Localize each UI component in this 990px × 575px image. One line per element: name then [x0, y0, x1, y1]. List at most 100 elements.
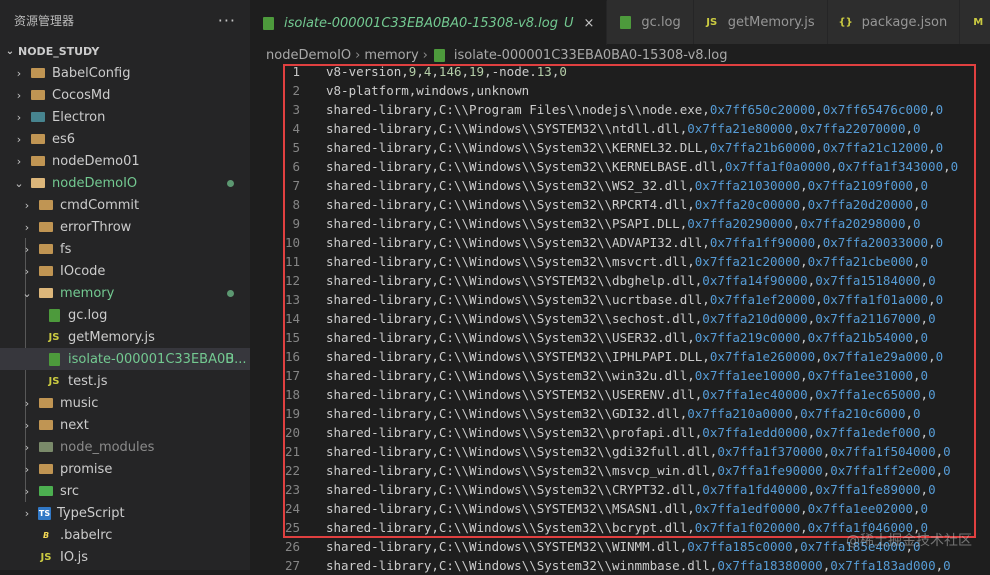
breadcrumb-item[interactable]: memory: [364, 48, 418, 63]
folder-icon: [30, 88, 46, 102]
breadcrumb-item[interactable]: isolate-000001C33EBA0BA0-15308-v8.log: [454, 48, 728, 63]
tree-item[interactable]: › cmdCommit: [0, 194, 250, 216]
line-number: 7: [292, 178, 300, 193]
code-line[interactable]: 10 shared-library,C:\\Windows\\System32\\…: [250, 233, 990, 252]
tab-label: package.json: [861, 14, 948, 30]
folder-icon: [38, 264, 54, 278]
electron-folder-icon: [30, 110, 46, 124]
line-number: 11: [284, 254, 300, 269]
tree-item[interactable]: › IOcode: [0, 260, 250, 282]
tree-item-label: getMemory.js: [68, 329, 155, 345]
tree-item[interactable]: › src: [0, 480, 250, 502]
code-line[interactable]: 23 shared-library,C:\\Windows\\System32\\…: [250, 480, 990, 499]
tree-item[interactable]: › BabelConfig: [0, 62, 250, 84]
chevron-right-icon: ›: [16, 66, 22, 80]
tree-item-label: TypeScript: [57, 505, 125, 521]
code-line[interactable]: 27 shared-library,C:\\Windows\\System32\\…: [250, 556, 990, 575]
log-file-icon: [260, 16, 276, 30]
tree-item[interactable]: JS IO.js: [0, 546, 250, 568]
line-number: 25: [284, 520, 300, 535]
code-line[interactable]: 12 shared-library,C:\\Windows\\SYSTEM32\\…: [250, 271, 990, 290]
more-actions-icon[interactable]: ···: [218, 11, 236, 30]
tree-item[interactable]: › Electron: [0, 106, 250, 128]
code-line[interactable]: 15 shared-library,C:\\Windows\\System32\\…: [250, 328, 990, 347]
tree-item[interactable]: ⌄ nodeDemoIO: [0, 172, 250, 194]
code-line[interactable]: 3 shared-library,C:\\Program Files\\nodej…: [250, 100, 990, 119]
editor-tab[interactable]: {} package.json: [827, 0, 961, 44]
tree-item-label: next: [60, 417, 89, 433]
tree-item[interactable]: › CocosMd: [0, 84, 250, 106]
editor-tab[interactable]: gc.log: [607, 0, 694, 44]
tree-item[interactable]: gc.log: [0, 304, 250, 326]
code-line[interactable]: 21 shared-library,C:\\Windows\\System32\\…: [250, 442, 990, 461]
tree-item-label: es6: [52, 131, 76, 147]
line-text: shared-library,C:\\Windows\\SYSTEM32\\US…: [326, 387, 936, 402]
node-modules-folder-icon: [38, 440, 54, 454]
tree-item[interactable]: › errorThrow: [0, 216, 250, 238]
code-line[interactable]: 5 shared-library,C:\\Windows\\System32\\K…: [250, 138, 990, 157]
tree-item[interactable]: ⌄ memory: [0, 282, 250, 304]
tree-item[interactable]: › es6: [0, 128, 250, 150]
chevron-right-icon: ›: [24, 462, 30, 476]
tree-item[interactable]: › nodeDemo01: [0, 150, 250, 172]
json-file-icon: {}: [838, 16, 853, 28]
tree-item[interactable]: › promise: [0, 458, 250, 480]
folder-icon: [38, 418, 54, 432]
tree-item[interactable]: › node_modules: [0, 436, 250, 458]
code-line[interactable]: 6 shared-library,C:\\Windows\\System32\\K…: [250, 157, 990, 176]
line-number: 16: [284, 349, 300, 364]
code-line[interactable]: 19 shared-library,C:\\Windows\\System32\\…: [250, 404, 990, 423]
folder-icon: [30, 132, 46, 146]
tree-item[interactable]: isolate-000001C33EBA0B... U: [0, 348, 250, 370]
code-line[interactable]: 14 shared-library,C:\\Windows\\System32\\…: [250, 309, 990, 328]
code-line[interactable]: 18 shared-library,C:\\Windows\\SYSTEM32\\…: [250, 385, 990, 404]
line-text: shared-library,C:\\Windows\\System32\\wi…: [326, 558, 951, 573]
breadcrumb-item[interactable]: nodeDemoIO: [266, 48, 351, 63]
tree-item[interactable]: › fs: [0, 238, 250, 260]
folder-icon: [38, 396, 54, 410]
tree-item[interactable]: › music: [0, 392, 250, 414]
line-number: 10: [284, 235, 300, 250]
code-line[interactable]: 8 shared-library,C:\\Windows\\System32\\R…: [250, 195, 990, 214]
folder-icon: [30, 154, 46, 168]
code-line[interactable]: 13 shared-library,C:\\Windows\\System32\\…: [250, 290, 990, 309]
code-line[interactable]: 2 v8-platform,windows,unknown: [250, 81, 990, 100]
code-line[interactable]: 22 shared-library,C:\\Windows\\System32\\…: [250, 461, 990, 480]
editor-tab[interactable]: JS getMemory.js: [693, 0, 828, 44]
editor-tab[interactable]: isolate-000001C33EBA0BA0-15308-v8.log U ×: [250, 0, 608, 45]
line-number: 2: [292, 83, 300, 98]
tree-item[interactable]: B .babelrc: [0, 524, 250, 546]
code-line[interactable]: 16 shared-library,C:\\Windows\\SYSTEM32\\…: [250, 347, 990, 366]
line-text: shared-library,C:\\Windows\\System32\\gd…: [326, 444, 951, 459]
code-view[interactable]: 1 v8-version,9,4,146,19,-node.13,0 2 v8-pla…: [250, 62, 990, 575]
editor-tab[interactable]: M: [960, 0, 990, 44]
line-text: shared-library,C:\\Windows\\System32\\ms…: [326, 463, 951, 478]
line-text: shared-library,C:\\Windows\\System32\\WS…: [326, 178, 929, 193]
code-line[interactable]: 24 shared-library,C:\\Windows\\SYSTEM32\\…: [250, 499, 990, 518]
code-line[interactable]: 1 v8-version,9,4,146,19,-node.13,0: [250, 62, 990, 81]
chevron-right-icon: ›: [24, 418, 30, 432]
tree-item[interactable]: JS getMemory.js: [0, 326, 250, 348]
tree-item-label: memory: [60, 285, 115, 301]
code-line[interactable]: 20 shared-library,C:\\Windows\\System32\\…: [250, 423, 990, 442]
log-file-icon: [432, 48, 448, 62]
line-number: 6: [292, 159, 300, 174]
code-line[interactable]: 11 shared-library,C:\\Windows\\System32\\…: [250, 252, 990, 271]
code-line[interactable]: 4 shared-library,C:\\Windows\\SYSTEM32\\n…: [250, 119, 990, 138]
tab-label: getMemory.js: [727, 14, 815, 30]
line-text: shared-library,C:\\Program Files\\nodejs…: [326, 102, 944, 117]
line-number: 14: [284, 311, 300, 326]
tree-item-label: nodeDemo01: [52, 153, 140, 169]
workspace-section-header[interactable]: ⌄ NODE_STUDY: [0, 40, 250, 62]
code-line[interactable]: 9 shared-library,C:\\Windows\\System32\\P…: [250, 214, 990, 233]
tree-item[interactable]: › TS TypeScript: [0, 502, 250, 524]
chevron-right-icon: ›: [24, 242, 30, 256]
line-number: 24: [284, 501, 300, 516]
tree-item[interactable]: › next: [0, 414, 250, 436]
code-line[interactable]: 7 shared-library,C:\\Windows\\System32\\W…: [250, 176, 990, 195]
code-line[interactable]: 17 shared-library,C:\\Windows\\System32\\…: [250, 366, 990, 385]
tree-item[interactable]: JS test.js: [0, 370, 250, 392]
line-text: shared-library,C:\\Windows\\SYSTEM32\\MS…: [326, 501, 929, 516]
workspace-name: NODE_STUDY: [18, 44, 100, 58]
close-icon[interactable]: ×: [584, 16, 595, 31]
